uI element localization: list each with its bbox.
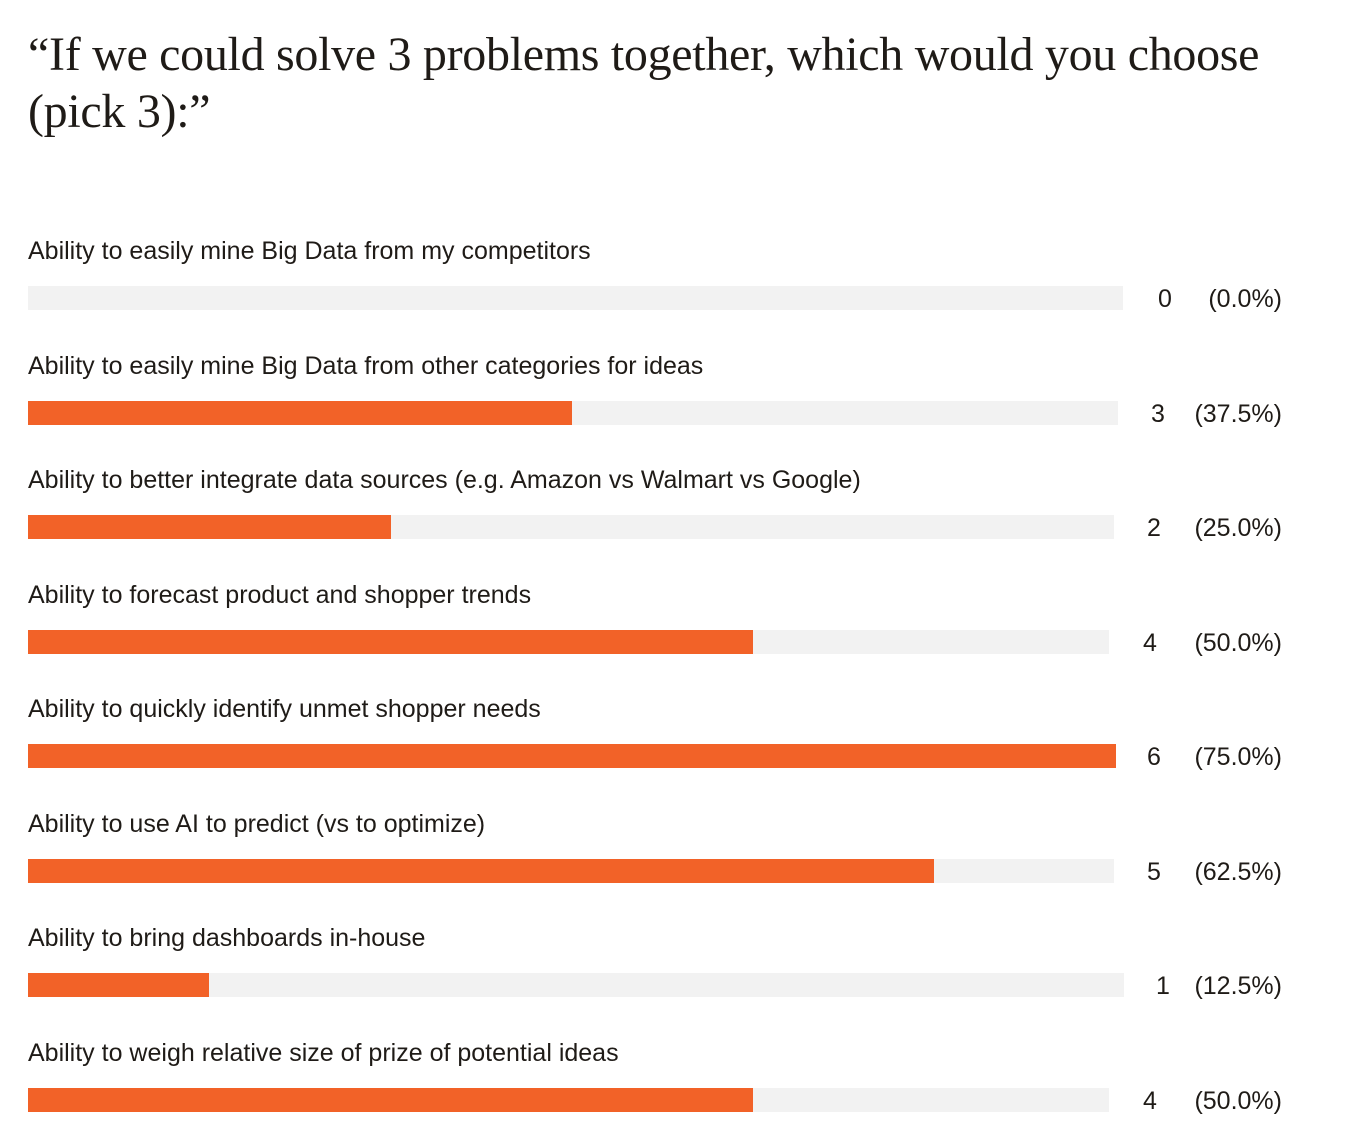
bar-track	[28, 286, 1123, 310]
value-label: 2	[1147, 514, 1161, 542]
category-label: Ability to better integrate data sources…	[28, 466, 861, 494]
category-label: Ability to use AI to predict (vs to opti…	[28, 809, 486, 838]
percent-label: (37.5%)	[1194, 399, 1282, 428]
bar-track	[28, 400, 1118, 425]
chart-row: Ability to weigh relative size of prize …	[28, 1038, 1328, 1148]
chart-row: Ability to easily mine Big Data from my …	[28, 236, 1328, 346]
value-label: 0	[1158, 285, 1172, 313]
percent-label: (25.0%)	[1194, 514, 1282, 542]
category-label: Ability to easily mine Big Data from my …	[28, 237, 591, 265]
bar-track	[28, 629, 1109, 654]
bar-track	[28, 1087, 1109, 1112]
percent-label: (50.0%)	[1194, 1086, 1282, 1115]
value-label: 1	[1156, 972, 1170, 1000]
bar	[28, 973, 209, 997]
percent-label: (62.5%)	[1194, 857, 1282, 886]
horizontal-bar-chart: Ability to easily mine Big Data from my …	[0, 0, 1364, 1146]
value-label: 3	[1151, 399, 1165, 428]
chart-row: Ability to use AI to predict (vs to opti…	[28, 809, 1328, 919]
category-label: Ability to quickly identify unmet shoppe…	[28, 695, 541, 723]
category-label: Ability to weigh relative size of prize …	[28, 1038, 619, 1067]
bar	[28, 629, 753, 654]
percent-label: (75.0%)	[1194, 743, 1282, 771]
chart-row: Ability to easily mine Big Data from oth…	[28, 351, 1328, 461]
value-label: 4	[1143, 1086, 1157, 1115]
category-label: Ability to bring dashboards in-house	[28, 924, 426, 952]
chart-row: Ability to quickly identify unmet shoppe…	[28, 694, 1328, 804]
category-label: Ability to forecast product and shopper …	[28, 580, 532, 609]
chart-row: Ability to better integrate data sources…	[28, 465, 1328, 575]
category-label: Ability to easily mine Big Data from oth…	[28, 351, 704, 380]
bar	[28, 744, 1116, 768]
bar	[28, 515, 391, 539]
bar	[28, 858, 934, 883]
bar-track	[28, 744, 1116, 768]
bar-track	[28, 858, 1114, 883]
bar-track	[28, 973, 1124, 997]
chart-row: Ability to bring dashboards in-house 1 (12…	[28, 923, 1328, 1033]
value-label: 5	[1147, 857, 1161, 886]
percent-label: (12.5%)	[1194, 972, 1282, 1000]
percent-label: (0.0%)	[1208, 285, 1282, 313]
bar	[28, 1087, 753, 1112]
value-label: 6	[1147, 743, 1161, 771]
value-label: 4	[1143, 628, 1157, 657]
bar	[28, 400, 572, 425]
percent-label: (50.0%)	[1194, 628, 1282, 657]
chart-row: Ability to forecast product and shopper …	[28, 580, 1328, 690]
bar-track	[28, 515, 1114, 539]
